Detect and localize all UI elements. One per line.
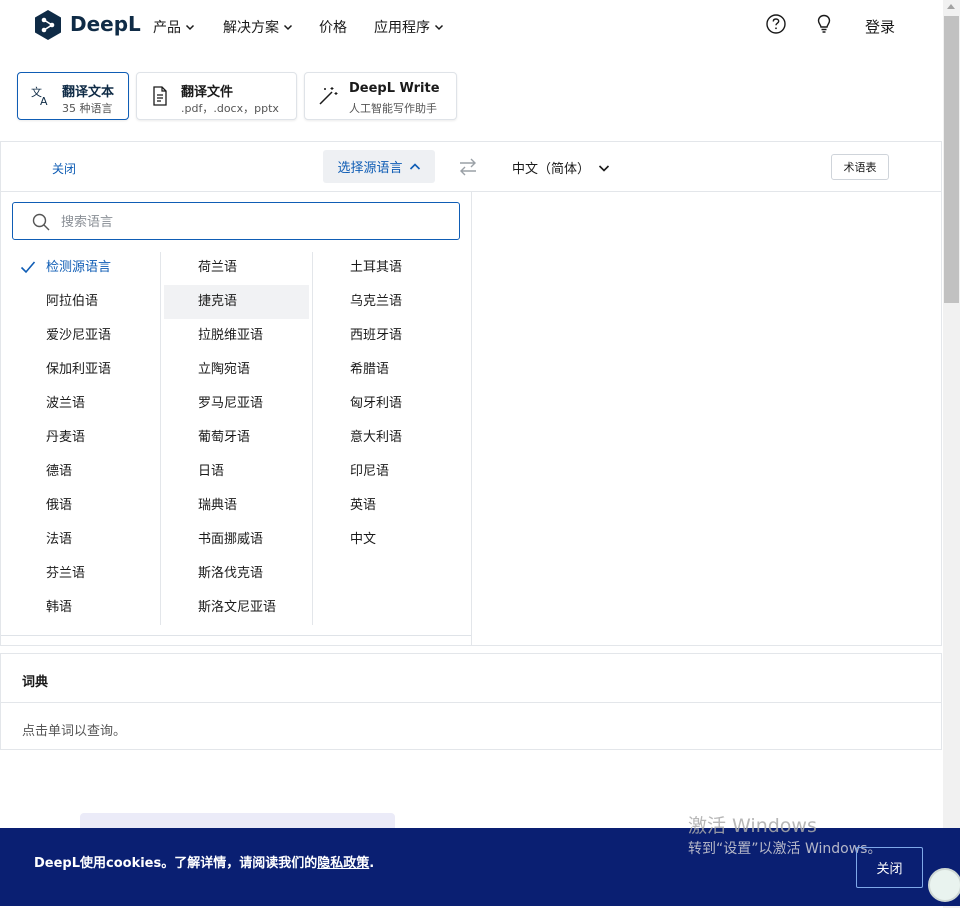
language-option[interactable]: 丹麦语: [46, 421, 85, 455]
divider: [1, 635, 471, 636]
chevron-down-icon: [185, 24, 195, 31]
close-dropdown-link[interactable]: 关闭: [52, 160, 76, 177]
magic-wand-icon: [319, 87, 338, 105]
column-divider: [160, 252, 161, 625]
language-option[interactable]: 阿拉伯语: [46, 285, 98, 319]
language-option[interactable]: 斯洛文尼亚语: [198, 591, 276, 625]
dictionary-hint: 点击单词以查询。: [22, 724, 127, 739]
language-option[interactable]: 立陶宛语: [198, 353, 250, 387]
language-option[interactable]: 希腊语: [350, 353, 389, 387]
dictionary-title: 词典: [22, 675, 49, 690]
nav-apps[interactable]: 应用程序: [374, 17, 444, 37]
language-option[interactable]: 瑞典语: [198, 489, 237, 523]
cookie-close-button[interactable]: 关闭: [856, 847, 923, 888]
nav-products[interactable]: 产品: [153, 17, 195, 37]
language-option[interactable]: 保加利亚语: [46, 353, 111, 387]
language-option[interactable]: 西班牙语: [350, 319, 402, 353]
tab-translate-text[interactable]: 文 A 翻译文本 35 种语言: [17, 72, 129, 120]
nav-label: 解决方案: [223, 20, 279, 36]
tab-title: 翻译文件: [181, 85, 234, 100]
language-option[interactable]: 检测源语言: [46, 251, 111, 285]
language-option[interactable]: 意大利语: [350, 421, 402, 455]
language-option[interactable]: 匈牙利语: [350, 387, 402, 421]
language-option[interactable]: 土耳其语: [350, 251, 402, 285]
nav-label: 产品: [153, 20, 181, 36]
search-icon: [32, 213, 50, 231]
language-option[interactable]: 日语: [198, 455, 224, 489]
brand-name[interactable]: DeepL: [70, 12, 141, 36]
glossary-button[interactable]: 术语表: [831, 154, 889, 180]
language-option[interactable]: 葡萄牙语: [198, 421, 250, 455]
language-option[interactable]: 罗马尼亚语: [198, 387, 263, 421]
language-option[interactable]: 波兰语: [46, 387, 85, 421]
chevron-down-icon: [434, 24, 444, 31]
language-option[interactable]: 芬兰语: [46, 557, 85, 591]
cookie-text-suffix: .: [369, 856, 375, 871]
tab-translate-files[interactable]: 翻译文件 .pdf，.docx，pptx: [136, 72, 297, 120]
tab-subtitle: .pdf，.docx，pptx: [181, 102, 279, 115]
cookie-message: DeepL使用cookies。了解详情，请阅读我们的隐私政策.: [34, 852, 374, 871]
nav-label: 应用程序: [374, 20, 430, 36]
scrollbar-thumb[interactable]: [944, 16, 959, 303]
tab-title: DeepL Write: [349, 81, 440, 96]
windows-activation-title: 激活 Windows: [688, 815, 817, 837]
language-option[interactable]: 乌克兰语: [350, 285, 402, 319]
login-link[interactable]: 登录: [865, 16, 895, 37]
chevron-down-icon: [598, 164, 610, 172]
source-language-label: 选择源语言: [337, 161, 403, 176]
language-option[interactable]: 拉脱维亚语: [198, 319, 263, 353]
language-search-input[interactable]: [59, 211, 443, 233]
language-option[interactable]: 中文: [350, 523, 376, 557]
tab-subtitle: 人工智能写作助手: [349, 102, 437, 115]
language-option[interactable]: 法语: [46, 523, 72, 557]
nav-solutions[interactable]: 解决方案: [223, 17, 293, 37]
language-option[interactable]: 捷克语: [198, 285, 237, 319]
tab-deepl-write[interactable]: DeepL Write 人工智能写作助手: [304, 72, 457, 120]
windows-activation-hint: 转到“设置”以激活 Windows。: [688, 841, 882, 857]
chevron-down-icon: [283, 24, 293, 31]
tab-subtitle: 35 种语言: [62, 102, 113, 115]
chevron-up-icon: [409, 162, 420, 170]
language-option[interactable]: 斯洛伐克语: [198, 557, 263, 591]
language-option[interactable]: 德语: [46, 455, 72, 489]
cookie-text-prefix: DeepL使用cookies。了解详情，请阅读我们的: [34, 856, 318, 871]
nav-pricing[interactable]: 价格: [319, 17, 347, 37]
deepl-logo-icon[interactable]: [34, 9, 62, 41]
language-option[interactable]: 韩语: [46, 591, 72, 625]
column-divider: [312, 252, 313, 625]
target-language-button[interactable]: 中文（简体）: [512, 158, 610, 177]
checkmark-icon: [20, 261, 36, 274]
language-option[interactable]: 爱沙尼亚语: [46, 319, 111, 353]
swap-languages-icon[interactable]: [457, 157, 479, 177]
divider: [471, 192, 472, 645]
scroll-up-arrow-icon[interactable]: [947, 4, 955, 9]
target-language-label: 中文（简体）: [512, 162, 591, 177]
translate-icon: 文 A: [31, 85, 48, 107]
language-option[interactable]: 印尼语: [350, 455, 389, 489]
language-option[interactable]: 俄语: [46, 489, 72, 523]
help-icon[interactable]: [765, 13, 787, 35]
language-option[interactable]: 英语: [350, 489, 376, 523]
language-option[interactable]: 书面挪威语: [198, 523, 263, 557]
privacy-policy-link[interactable]: 隐私政策: [317, 856, 369, 871]
source-language-button[interactable]: 选择源语言: [323, 150, 435, 183]
nav-label: 价格: [319, 20, 347, 36]
divider: [1, 702, 942, 703]
language-option[interactable]: 荷兰语: [198, 251, 237, 285]
tray-app-icon[interactable]: [928, 868, 960, 902]
document-icon: [153, 86, 167, 106]
lightbulb-icon[interactable]: [813, 13, 835, 35]
svg-text:A: A: [40, 95, 48, 107]
language-search-field[interactable]: [12, 202, 460, 240]
tab-title: 翻译文本: [62, 85, 115, 100]
